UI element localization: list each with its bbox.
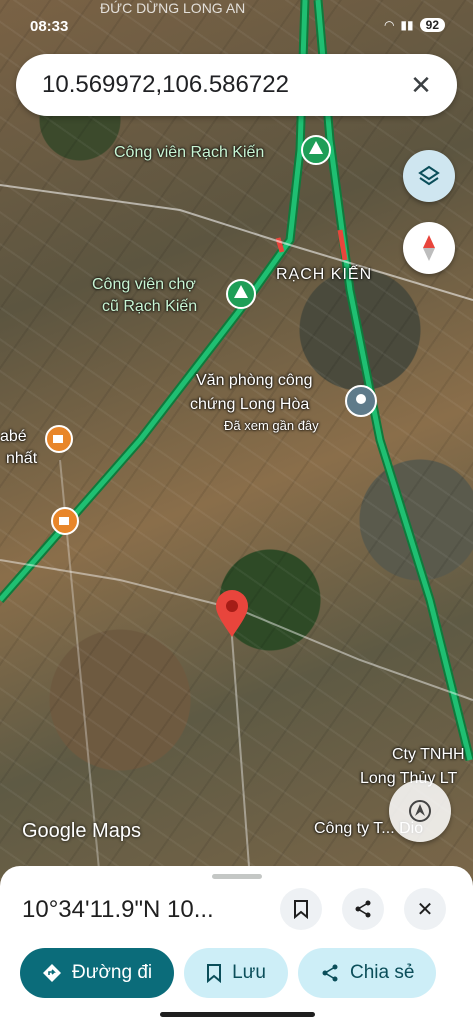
system-nav-bar[interactable] [160, 1012, 315, 1017]
status-time: 08:33 [30, 18, 69, 35]
drag-handle[interactable] [212, 874, 262, 879]
directions-label: Đường đi [72, 962, 153, 983]
battery-icon: 92 [419, 18, 445, 32]
map-label-cafe-line2[interactable]: nhất [6, 450, 37, 468]
map-view[interactable]: ĐỨC DỪNG LONG AN 08:33 ◠ ▮▮ 92 10.569972… [0, 0, 473, 880]
status-icons: ◠ ▮▮ 92 [384, 18, 445, 32]
bookmark-icon [294, 900, 308, 919]
map-label-park2-line1[interactable]: Công viên chợ [92, 276, 196, 294]
map-label-cty-line1[interactable]: Cty TNHH [392, 746, 465, 764]
action-chips: Đường đi Lưu Chia sẻ [20, 948, 437, 998]
map-label-cafe-line1[interactable]: abé [0, 428, 27, 446]
cafe-icon[interactable] [50, 506, 80, 536]
map-label-notary-line2[interactable]: chứng Long Hòa [190, 396, 309, 414]
save-label: Lưu [232, 962, 266, 983]
bookmark-button[interactable] [280, 888, 322, 930]
google-maps-logo: Google Maps [22, 820, 141, 842]
share-button[interactable]: Chia sẻ [297, 948, 437, 998]
compass-icon [423, 235, 435, 261]
map-label-notary-line1[interactable]: Văn phòng công [196, 372, 313, 390]
close-icon[interactable]: ✕ [403, 67, 439, 103]
share-icon [355, 900, 371, 918]
search-input[interactable]: 10.569972,106.586722 [42, 71, 289, 99]
map-label-park1[interactable]: Công viên Rạch Kiến [114, 144, 264, 162]
map-label-park2-line2[interactable]: cũ Rạch Kiến [102, 298, 197, 316]
park-icon[interactable] [300, 134, 332, 166]
place-marker-icon[interactable] [344, 384, 378, 418]
directions-icon [43, 964, 61, 982]
place-bottom-sheet[interactable]: 10°34'11.9"N 10... ✕ Đường đi Lưu Chia s… [0, 866, 473, 1024]
wifi-icon: ◠ [383, 18, 395, 32]
close-sheet-button[interactable]: ✕ [404, 888, 446, 930]
search-bar[interactable]: 10.569972,106.586722 ✕ [16, 54, 457, 116]
place-title: 10°34'11.9"N 10... [22, 896, 214, 923]
status-bar: ĐỨC DỪNG LONG AN 08:33 ◠ ▮▮ 92 [0, 0, 473, 52]
map-label-rach-kien[interactable]: RẠCH KIẾN [276, 266, 372, 284]
location-pin-icon[interactable] [214, 590, 250, 638]
signal-icon: ▮▮ [400, 18, 414, 32]
share-label: Chia sẻ [349, 962, 415, 983]
bookmark-icon [207, 964, 222, 983]
map-label-notary-sub: Đã xem gần đây [224, 418, 319, 433]
directions-button[interactable]: Đường đi [20, 948, 175, 998]
layers-icon [418, 165, 440, 186]
layers-button[interactable] [403, 150, 455, 202]
park-icon[interactable] [225, 278, 257, 310]
compass-button[interactable] [403, 222, 455, 274]
cafe-icon[interactable] [44, 424, 74, 454]
my-location-button[interactable] [389, 780, 451, 842]
navigation-icon [409, 800, 431, 822]
close-icon: ✕ [416, 898, 434, 921]
save-button[interactable]: Lưu [184, 948, 288, 998]
share-icon [322, 964, 338, 982]
top-place-label: ĐỨC DỪNG LONG AN [100, 0, 246, 16]
share-icon-button[interactable] [342, 888, 384, 930]
